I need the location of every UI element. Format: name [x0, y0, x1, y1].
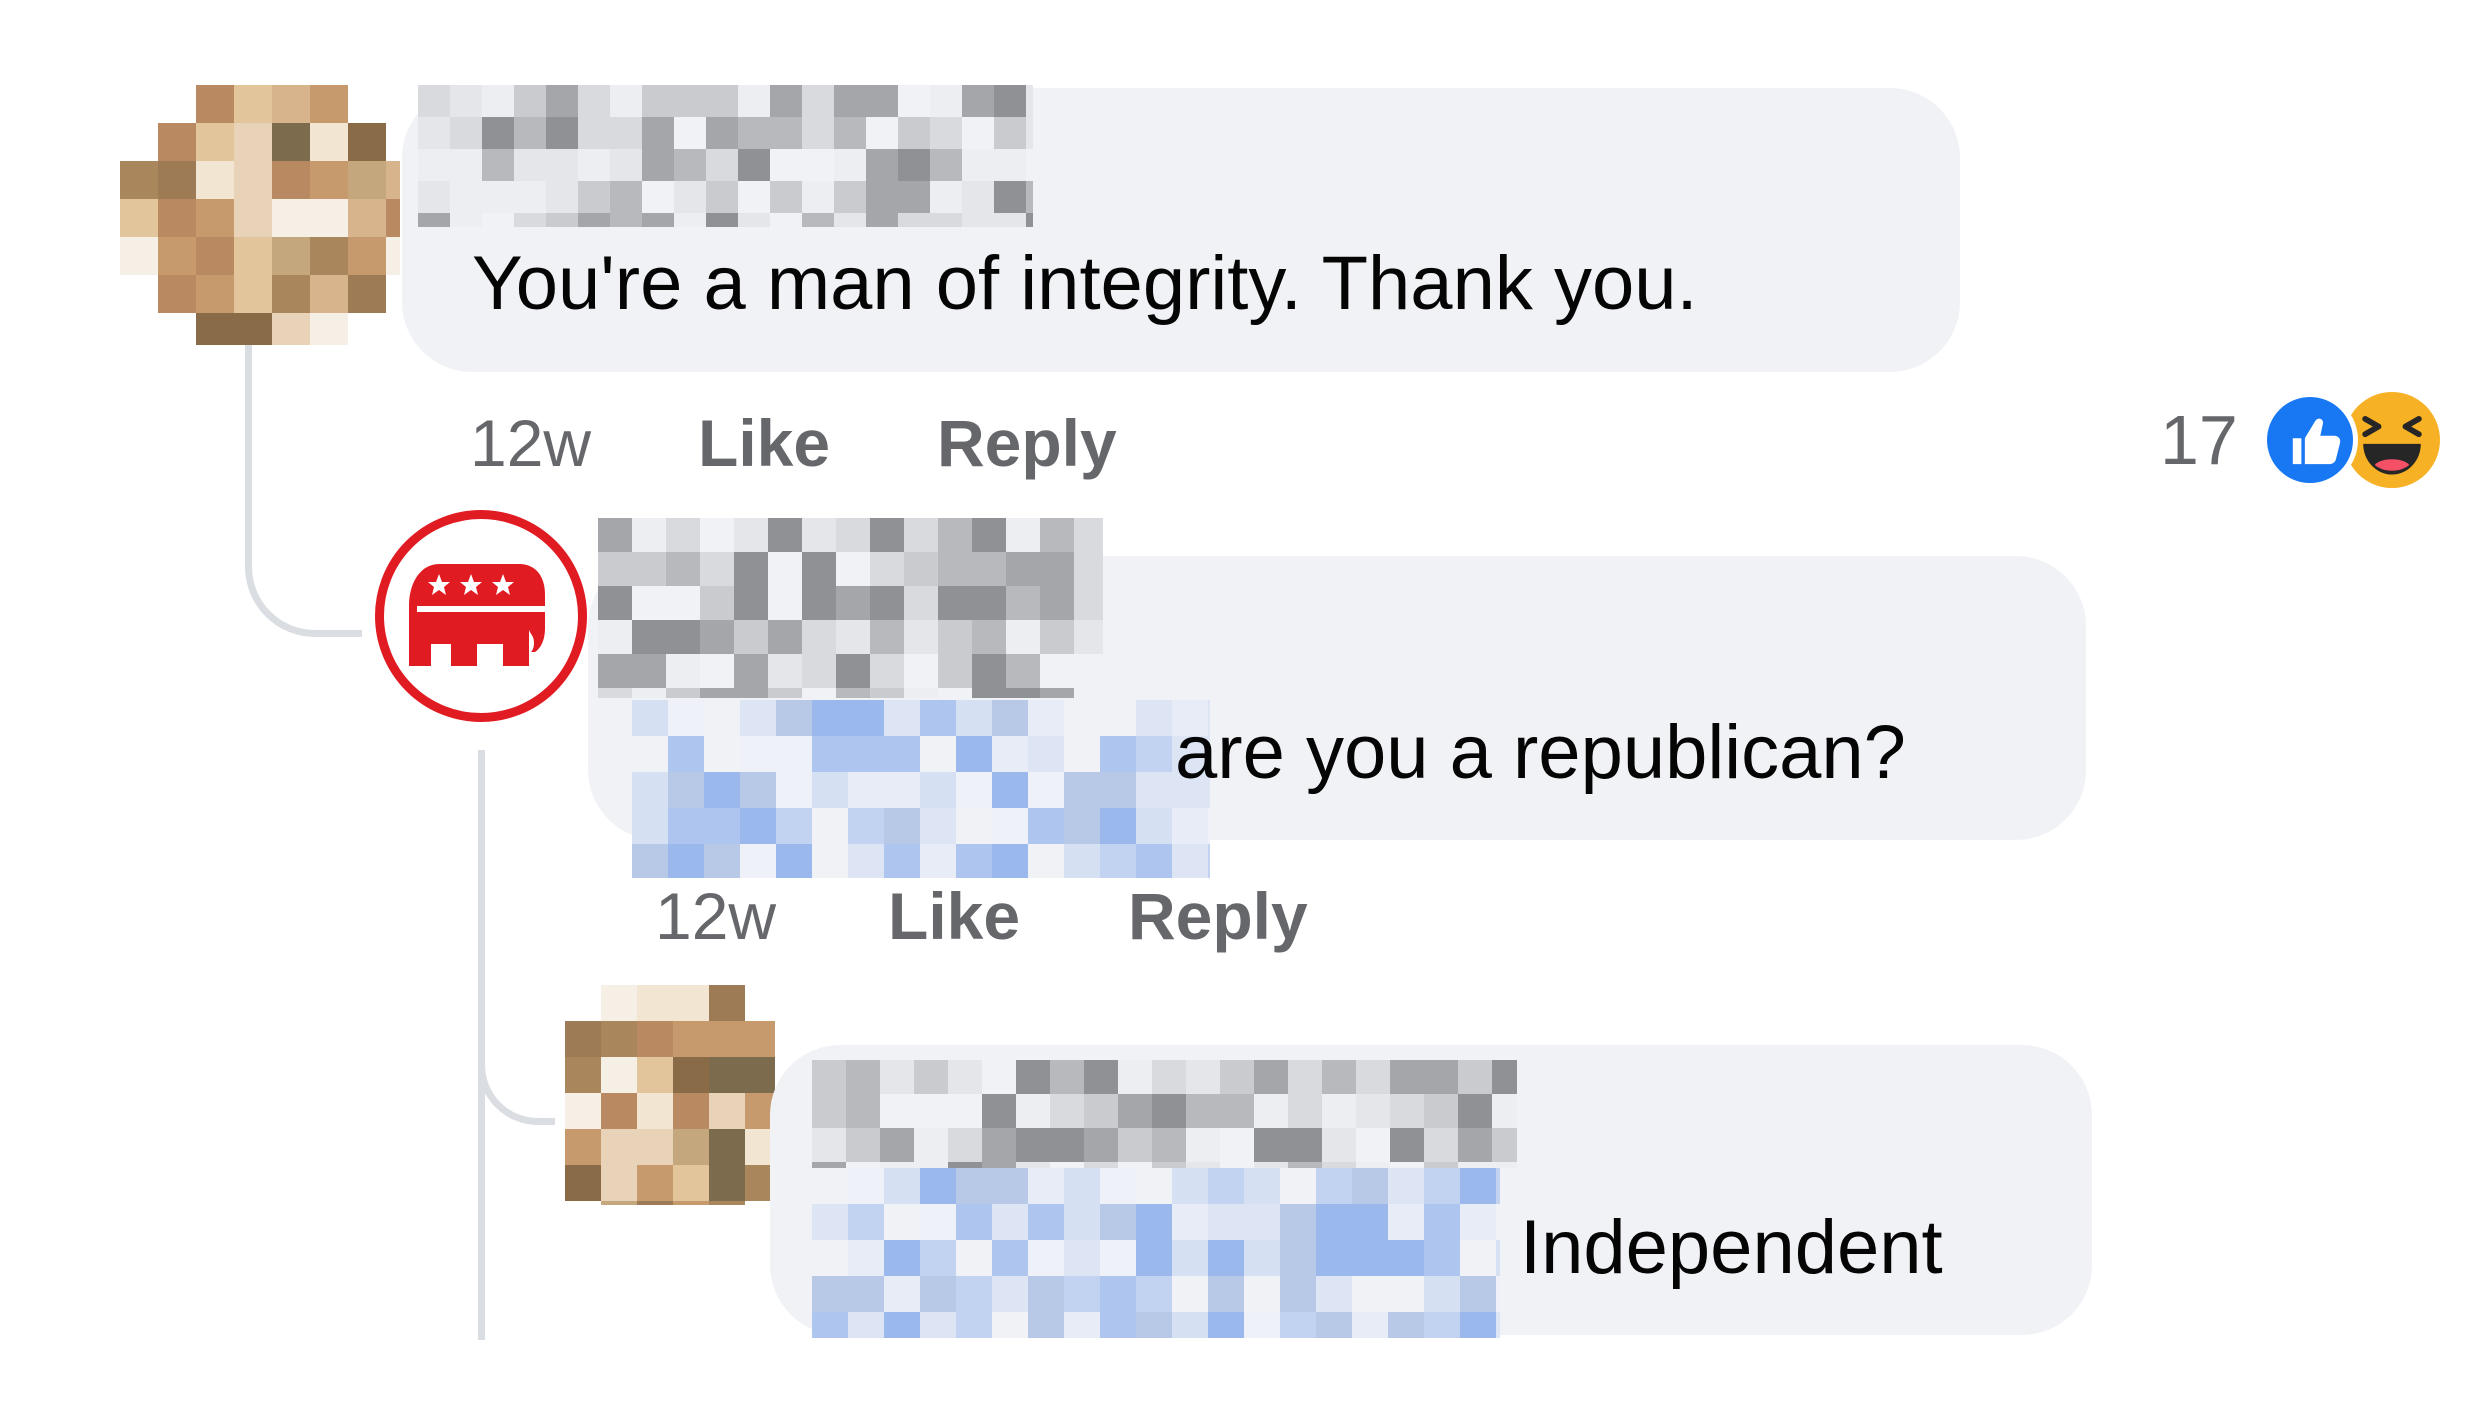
like-button[interactable]: Like	[888, 883, 1020, 949]
author-name-redacted[interactable]	[598, 518, 1103, 698]
avatar[interactable]	[565, 985, 775, 1205]
thread-connector	[245, 330, 362, 637]
author-name-redacted[interactable]	[418, 85, 1033, 227]
reply-button[interactable]: Reply	[937, 410, 1117, 476]
comment-timestamp[interactable]: 12w	[470, 410, 591, 476]
reaction-summary[interactable]: 17	[2160, 390, 2440, 490]
avatar[interactable]	[120, 85, 400, 345]
reply-button[interactable]: Reply	[1128, 883, 1308, 949]
comment-timestamp[interactable]: 12w	[655, 883, 776, 949]
comment-text: You're a man of integrity. Thank you.	[472, 241, 1698, 326]
mention-tag-redacted[interactable]	[812, 1168, 1500, 1338]
comment-thread: You're a man of integrity. Thank you. 12…	[0, 0, 2473, 1408]
like-button[interactable]: Like	[698, 410, 830, 476]
mention-tag-redacted[interactable]	[632, 700, 1210, 878]
haha-icon	[2343, 392, 2440, 488]
comment-text: Independent	[1520, 1205, 1943, 1290]
republican-elephant-icon[interactable]	[375, 510, 587, 722]
reaction-count: 17	[2160, 401, 2238, 479]
comment-text: are you a republican?	[1175, 710, 1906, 795]
like-icon	[2261, 392, 2358, 488]
author-name-redacted[interactable]	[812, 1060, 1517, 1168]
thread-connector	[478, 870, 555, 1125]
